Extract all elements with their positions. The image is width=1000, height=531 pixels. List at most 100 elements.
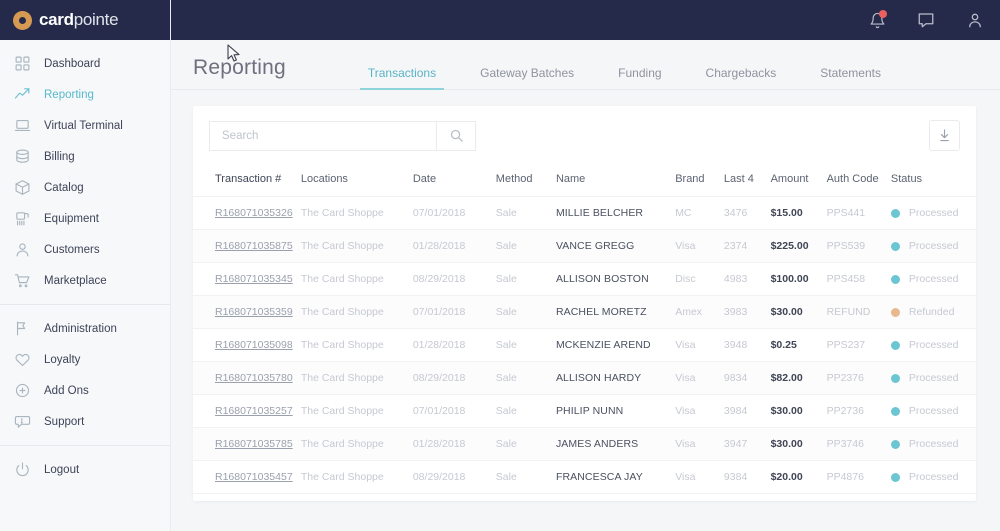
sidebar-item-support[interactable]: Support — [0, 406, 170, 437]
column-header-amount[interactable]: Amount — [770, 164, 827, 197]
column-header-status[interactable]: Status — [890, 164, 976, 197]
transaction-link[interactable]: R168071035257 — [215, 405, 293, 417]
table-row[interactable]: R168071035098 The Card Shoppe 01/28/2018 Sa… — [193, 328, 976, 362]
cell-name: PHILIP NUNN — [555, 394, 676, 428]
transaction-link[interactable]: R168071035326 — [215, 207, 293, 219]
sidebar-item-marketplace[interactable]: Marketplace — [0, 265, 170, 296]
cell-location: The Card Shoppe — [300, 262, 413, 296]
column-header-auth-code[interactable]: Auth Code — [826, 164, 891, 197]
cell-date: 07/01/2018 — [412, 196, 496, 230]
table-body: R168071035326 The Card Shoppe 07/01/2018 Sa… — [193, 196, 976, 494]
sidebar-item-reporting[interactable]: Reporting — [0, 79, 170, 110]
sidebar-group-1: Dashboard Reporting Virtual Terminal Billin… — [0, 40, 170, 304]
status-dot — [890, 241, 900, 251]
status-label: Processed — [908, 471, 959, 483]
search-button[interactable] — [436, 120, 476, 151]
transactions-table: Transaction # Locations Date Method Name Bran… — [193, 164, 976, 494]
cell-name: JAMES ANDERS — [555, 427, 676, 461]
column-header-locations[interactable]: Locations — [300, 164, 413, 197]
laptop-icon — [12, 117, 33, 134]
brand-logo[interactable]: cardpointe — [0, 0, 170, 40]
table-row[interactable]: R168071035257 The Card Shoppe 07/01/2018 Sa… — [193, 394, 976, 428]
sidebar-item-label: Logout — [44, 463, 80, 476]
column-header-name[interactable]: Name — [555, 164, 676, 197]
cell-amount: $0.25 — [770, 328, 827, 362]
column-header-brand[interactable]: Brand — [675, 164, 724, 197]
transaction-link[interactable]: R168071035359 — [215, 306, 293, 318]
sidebar-item-label: Administration — [44, 322, 117, 335]
table-row[interactable]: R168071035326 The Card Shoppe 07/01/2018 Sa… — [193, 196, 976, 230]
cell-date: 07/01/2018 — [412, 394, 496, 428]
tab-transactions[interactable]: Transactions — [346, 66, 458, 90]
chat-bubble-icon — [918, 13, 934, 28]
status-label: Processed — [908, 405, 959, 417]
status-dot — [890, 274, 900, 284]
cell-brand: Visa — [675, 229, 724, 263]
sidebar-group-2: Administration Loyalty Add Ons Support — [0, 304, 170, 445]
status-label: Processed — [908, 240, 959, 252]
transaction-link[interactable]: R168071035785 — [215, 438, 293, 450]
cell-method: Sale — [495, 295, 556, 329]
transaction-link[interactable]: R168071035098 — [215, 339, 293, 351]
column-header-last-4[interactable]: Last 4 — [723, 164, 771, 197]
cell-auth: PPS539 — [826, 229, 891, 263]
search-input[interactable] — [222, 129, 436, 142]
tab-statements[interactable]: Statements — [798, 66, 903, 89]
cell-last4: 9834 — [723, 361, 771, 395]
sidebar-item-label: Customers — [44, 243, 100, 256]
sidebar-item-administration[interactable]: Administration — [0, 313, 170, 344]
cell-last4: 3983 — [723, 295, 771, 329]
sidebar-item-catalog[interactable]: Catalog — [0, 172, 170, 203]
trend-arrow-icon — [12, 86, 33, 103]
sidebar-item-label: Catalog — [44, 181, 84, 194]
sidebar-item-loyalty[interactable]: Loyalty — [0, 344, 170, 375]
cell-brand: MC — [675, 196, 724, 230]
tab-gateway-batches[interactable]: Gateway Batches — [458, 66, 596, 89]
sidebar-item-customers[interactable]: Customers — [0, 234, 170, 265]
account-button[interactable] — [964, 9, 986, 31]
sidebar-item-billing[interactable]: Billing — [0, 141, 170, 172]
status-badge: Processed — [890, 438, 976, 450]
table-row[interactable]: R168071035345 The Card Shoppe 08/29/2018 Sa… — [193, 262, 976, 296]
column-header-method[interactable]: Method — [495, 164, 556, 197]
cell-transaction-id: R168071035359 — [193, 295, 301, 329]
tab-funding[interactable]: Funding — [596, 66, 683, 89]
cell-last4: 9384 — [723, 460, 771, 494]
table-row[interactable]: R168071035875 The Card Shoppe 01/28/2018 Sa… — [193, 229, 976, 263]
sidebar-item-dashboard[interactable]: Dashboard — [0, 48, 170, 79]
messages-button[interactable] — [915, 9, 937, 31]
column-header-transaction[interactable]: Transaction # — [193, 164, 301, 197]
cell-amount: $15.00 — [770, 196, 827, 230]
table-header-row: Transaction # Locations Date Method Name Bran… — [193, 164, 976, 197]
sidebar-item-add-ons[interactable]: Add Ons — [0, 375, 170, 406]
sidebar-item-equipment[interactable]: Equipment — [0, 203, 170, 234]
table-row[interactable]: R168071035359 The Card Shoppe 07/01/2018 Sa… — [193, 295, 976, 329]
tab-chargebacks[interactable]: Chargebacks — [684, 66, 799, 89]
sidebar-item-logout[interactable]: Logout — [0, 454, 170, 485]
transaction-link[interactable]: R168071035875 — [215, 240, 293, 252]
cell-amount: $30.00 — [770, 394, 827, 428]
cell-auth: PPS237 — [826, 328, 891, 362]
status-label: Processed — [908, 339, 959, 351]
table-row[interactable]: R168071035457 The Card Shoppe 08/29/2018 Sa… — [193, 460, 976, 494]
search-field[interactable] — [209, 120, 436, 151]
cell-date: 01/28/2018 — [412, 427, 496, 461]
cell-transaction-id: R168071035457 — [193, 460, 301, 494]
transaction-link[interactable]: R168071035780 — [215, 372, 293, 384]
table-row[interactable]: R168071035780 The Card Shoppe 08/29/2018 Sa… — [193, 361, 976, 395]
notifications-button[interactable] — [866, 9, 888, 31]
cell-auth: PP2736 — [826, 394, 891, 428]
table-row[interactable]: R168071035785 The Card Shoppe 01/28/2018 Sa… — [193, 427, 976, 461]
sidebar-item-virtual-terminal[interactable]: Virtual Terminal — [0, 110, 170, 141]
sidebar-group-3: Logout — [0, 445, 170, 493]
cell-status: Refunded — [890, 295, 976, 329]
cell-name: FRANCESCA JAY — [555, 460, 676, 494]
column-header-date[interactable]: Date — [412, 164, 496, 197]
status-badge: Refunded — [890, 306, 976, 318]
cell-date: 08/29/2018 — [412, 361, 496, 395]
transaction-link[interactable]: R168071035345 — [215, 273, 293, 285]
page-header: Reporting Transactions Gateway Batches Fun… — [171, 40, 1000, 90]
sidebar-item-label: Marketplace — [44, 274, 107, 287]
download-button[interactable] — [929, 120, 960, 151]
transaction-link[interactable]: R168071035457 — [215, 471, 293, 483]
